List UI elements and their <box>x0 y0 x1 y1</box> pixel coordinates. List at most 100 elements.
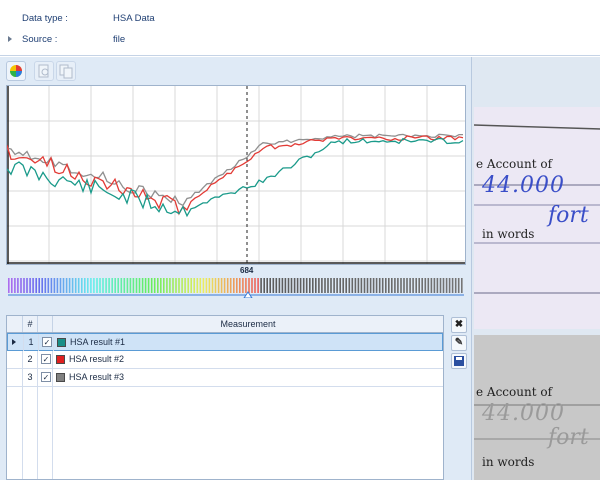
spectrum-tick <box>266 278 268 293</box>
header-check[interactable] <box>38 316 53 332</box>
zoom-page-button[interactable] <box>34 61 54 81</box>
expand-arrow-icon[interactable] <box>8 36 12 42</box>
spectrum-tick <box>99 278 101 293</box>
row-measurement-cell: HSA result #3 <box>53 369 443 386</box>
spectrum-tick <box>199 278 202 293</box>
color-wheel-icon <box>10 65 22 77</box>
data-type-value: HSA Data <box>113 13 155 24</box>
spectrum-tick <box>233 278 235 293</box>
spectrum-tick <box>251 278 253 293</box>
spectrum-tick <box>391 278 393 293</box>
spectrum-tick <box>175 278 177 293</box>
document-image-bottom[interactable]: e Account of 44.000 fort in words <box>474 335 600 480</box>
spectrum-tick <box>11 278 13 293</box>
info-row-source[interactable]: Source : file <box>0 31 600 51</box>
spectrum-tick <box>406 278 408 293</box>
spectrum-tick <box>418 278 420 293</box>
color-swatch <box>56 355 65 364</box>
edit-button[interactable]: ✎ <box>451 335 467 351</box>
row-checkbox[interactable]: ✓ <box>41 354 51 364</box>
spectrum-tick <box>90 278 92 293</box>
spectrum-tick <box>214 278 217 293</box>
doc-text-account: e Account of <box>476 385 553 399</box>
close-icon: ✖ <box>454 319 464 330</box>
info-panel: Data type : HSA Data Source : file <box>0 0 600 56</box>
doc-handwritten-word: fort <box>548 425 589 450</box>
color-swatch <box>57 338 66 347</box>
spectrum-tick <box>56 278 59 293</box>
spectrum-tick <box>388 278 390 293</box>
spectrum-tick <box>166 278 168 293</box>
table-row[interactable]: 1 ✓ HSA result #1 <box>7 333 443 351</box>
spectrum-tick <box>93 278 95 293</box>
spectrum-tick <box>65 278 68 293</box>
spectrum-tick <box>217 278 220 293</box>
delete-button[interactable]: ✖ <box>451 317 467 333</box>
spectrum-tick <box>281 278 284 293</box>
spectrum-tick <box>205 278 208 293</box>
row-number: 3 <box>23 369 38 386</box>
spectrum-tick <box>239 278 241 293</box>
spectrum-tick <box>20 278 22 293</box>
zoom-page-icon <box>38 64 49 78</box>
spectrum-tick <box>412 278 414 293</box>
save-button[interactable] <box>451 353 467 369</box>
spectrum-tick <box>111 278 113 293</box>
spectrum-plot[interactable] <box>6 85 466 265</box>
spectrum-tick <box>96 278 98 293</box>
spectrum-tick <box>193 278 195 293</box>
spectrum-tick <box>421 278 423 293</box>
spectrum-tick <box>196 278 199 293</box>
info-row-data-type: Data type : HSA Data <box>0 10 600 30</box>
spectrum-tick <box>17 278 19 293</box>
spectrum-tick <box>29 278 31 293</box>
copy-page-icon <box>59 64 73 79</box>
row-checkbox[interactable]: ✓ <box>41 372 51 382</box>
header-number[interactable]: # <box>23 316 38 332</box>
spectrum-tick <box>315 278 317 293</box>
spectrum-tick <box>126 278 129 293</box>
spectrum-tick <box>321 278 323 293</box>
header-measurement[interactable]: Measurement <box>53 316 443 332</box>
spectrum-tick <box>108 278 110 293</box>
spectrum-tick <box>299 278 302 293</box>
spectrum-series-line <box>7 133 463 207</box>
spectrum-tick <box>32 278 34 293</box>
color-wheel-button[interactable] <box>6 61 26 81</box>
spectrum-tick <box>144 278 147 293</box>
doc-handwritten-amount: 44.000 <box>482 173 565 198</box>
spectrum-tick <box>208 278 211 293</box>
spectrum-tick <box>351 278 354 293</box>
row-checkbox[interactable]: ✓ <box>42 337 52 347</box>
spectrum-tick <box>372 278 375 293</box>
spectrum-tick <box>138 278 141 293</box>
spectrum-tick <box>23 278 25 293</box>
copy-page-button[interactable] <box>56 61 76 81</box>
table-row[interactable]: 2 ✓ HSA result #2 <box>7 351 443 369</box>
spectrum-tick <box>445 278 448 293</box>
spectrum-tick <box>35 278 37 293</box>
spectrum-tick <box>163 278 165 293</box>
spectrum-tick <box>457 278 460 293</box>
spectrum-tick <box>236 278 238 293</box>
document-image-top[interactable]: e Account of 44.000 fort in words <box>474 107 600 329</box>
spectrum-color-bar[interactable] <box>8 276 464 298</box>
spectrum-tick <box>454 278 457 293</box>
spectrum-tick <box>354 278 357 293</box>
spectrum-tick <box>312 278 314 293</box>
spectrum-tick <box>132 278 135 293</box>
spectrum-tick <box>330 278 332 293</box>
image-preview-panel: e Account of 44.000 fort in words e Acco… <box>471 57 600 480</box>
spectrum-tick <box>38 278 40 293</box>
spectrum-tick <box>123 278 126 293</box>
spectrum-tick <box>275 278 278 293</box>
source-value: file <box>113 34 126 45</box>
spectrum-tick <box>448 278 451 293</box>
spectrum-tick <box>357 278 360 293</box>
spectrum-tick <box>8 278 10 293</box>
row-number: 2 <box>23 351 38 368</box>
spectrum-tick <box>378 278 381 293</box>
table-row[interactable]: 3 ✓ HSA result #3 <box>7 369 443 387</box>
spectrum-tick <box>342 278 344 293</box>
wavelength-marker-label: 684 <box>240 266 254 275</box>
